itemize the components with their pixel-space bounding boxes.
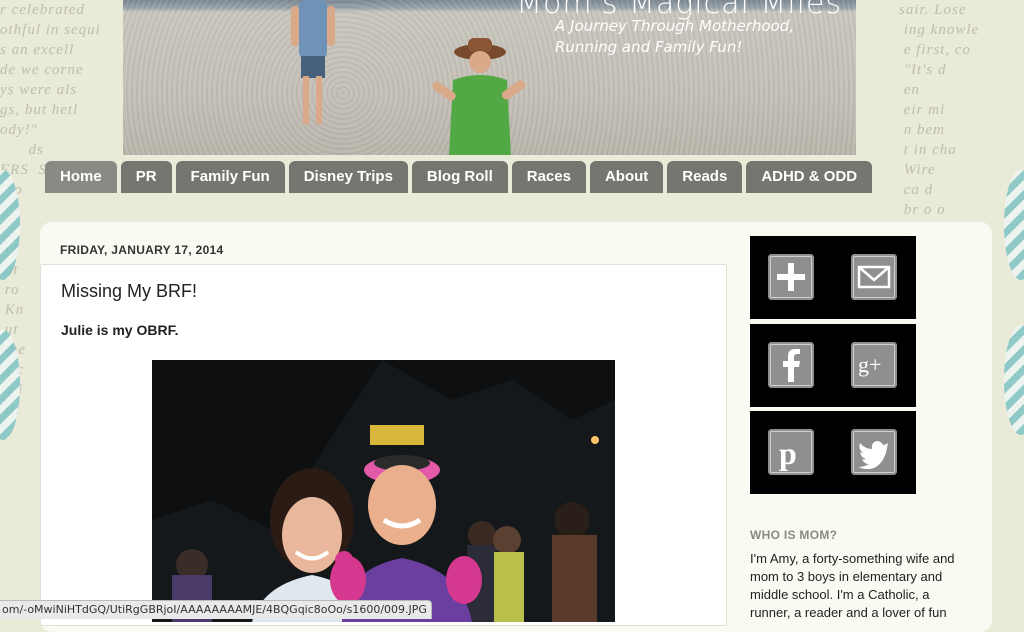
- google-plus-icon[interactable]: g+: [851, 342, 897, 388]
- plus-icon[interactable]: [768, 254, 814, 300]
- tab-family-fun[interactable]: Family Fun: [175, 161, 285, 193]
- post-subtitle: Julie is my OBRF.: [61, 322, 179, 338]
- boy-blue-shirt-photo: [291, 0, 335, 124]
- tab-blog-roll[interactable]: Blog Roll: [411, 161, 508, 193]
- post-date-header: FRIDAY, JANUARY 17, 2014: [60, 243, 224, 257]
- blog-description: A Journey Through Motherhood, Running an…: [555, 17, 795, 56]
- facebook-icon[interactable]: [768, 342, 814, 388]
- social-box-row-1: [750, 236, 916, 319]
- main-nav-tabs: Home PR Family Fun Disney Trips Blog Rol…: [45, 161, 873, 193]
- post-title[interactable]: Missing My BRF!: [61, 281, 197, 302]
- tab-adhd-odd[interactable]: ADHD & ODD: [746, 161, 873, 193]
- tab-home[interactable]: Home: [45, 161, 117, 193]
- svg-text:g+: g+: [858, 352, 881, 377]
- tab-races[interactable]: Races: [511, 161, 586, 193]
- tab-disney-trips[interactable]: Disney Trips: [288, 161, 408, 193]
- tab-pr[interactable]: PR: [120, 161, 172, 193]
- social-box-row-3: p: [750, 411, 916, 494]
- post-photo[interactable]: [152, 360, 615, 622]
- pinterest-icon[interactable]: p: [768, 429, 814, 475]
- twitter-icon[interactable]: [851, 429, 897, 475]
- about-widget-title: WHO IS MOM?: [750, 528, 838, 542]
- about-widget-text: I'm Amy, a forty-something wife and mom …: [750, 551, 955, 620]
- runners-photo-illustration: [152, 360, 615, 622]
- email-icon[interactable]: [851, 254, 897, 300]
- svg-text:p: p: [779, 435, 797, 471]
- header-banner[interactable]: Mom's Magical Miles A Journey Through Mo…: [123, 0, 856, 155]
- tab-about[interactable]: About: [589, 161, 664, 193]
- browser-status-url: om/-oMwiNiHTdGQ/UtiRgGBRjoI/AAAAAAAAMJE/…: [0, 600, 432, 619]
- social-box-row-2: g+: [750, 324, 916, 407]
- boy-green-shirt-photo: [432, 38, 526, 155]
- blog-post: Missing My BRF! Julie is my OBRF.: [40, 264, 727, 626]
- tab-reads[interactable]: Reads: [667, 161, 743, 193]
